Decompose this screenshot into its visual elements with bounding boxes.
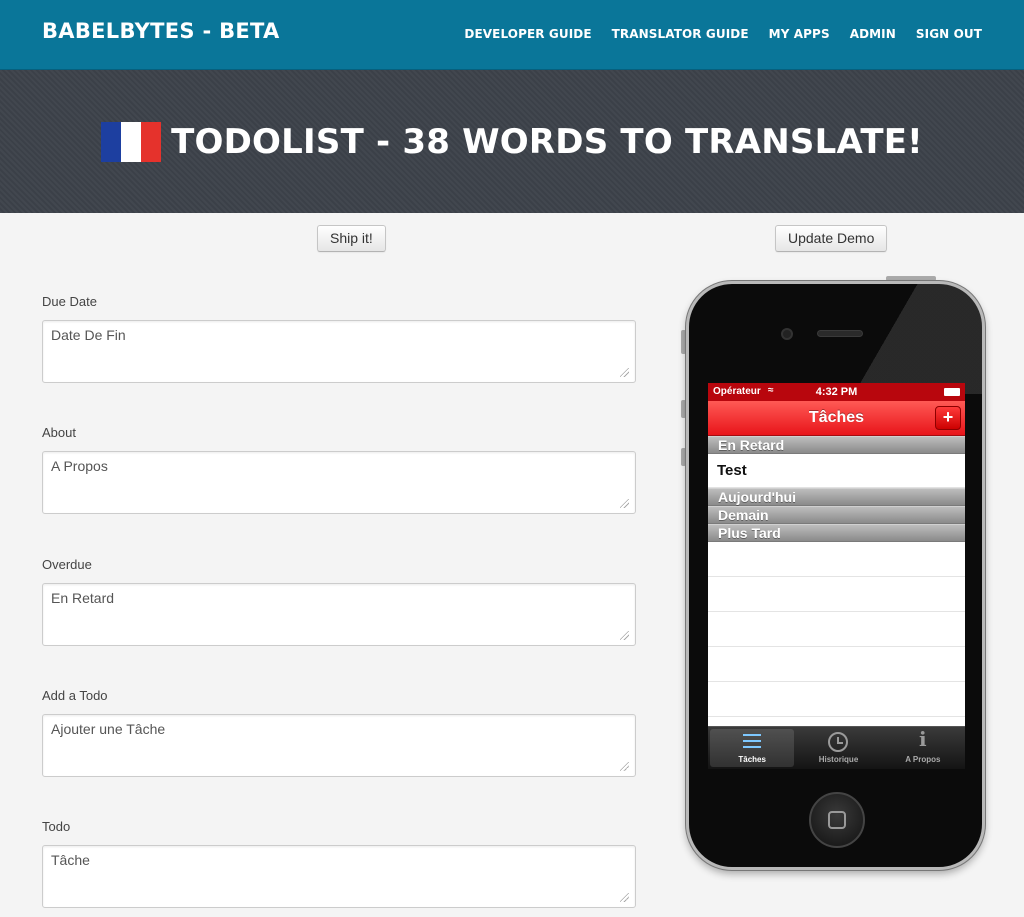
nav-my-apps[interactable]: MY APPS bbox=[769, 27, 830, 41]
tab-label: Tâches bbox=[738, 755, 766, 764]
phone-screen: Opérateur ≈ 4:32 PM Tâches + En Retard T… bbox=[708, 383, 965, 769]
section-tomorrow: Demain bbox=[708, 506, 965, 524]
update-demo-button[interactable]: Update Demo bbox=[775, 225, 888, 252]
section-today: Aujourd'hui bbox=[708, 488, 965, 506]
field-label-due-date: Due Date bbox=[42, 294, 97, 309]
list-icon bbox=[743, 734, 762, 750]
resize-grip-icon[interactable] bbox=[620, 893, 629, 902]
field-label-about: About bbox=[42, 425, 76, 440]
tab-taches[interactable]: Tâches bbox=[710, 729, 795, 767]
resize-grip-icon[interactable] bbox=[620, 368, 629, 377]
phone-tab-bar: Tâches Historique i A Propos bbox=[708, 726, 965, 769]
nav-admin[interactable]: ADMIN bbox=[850, 27, 896, 41]
field-label-add-todo: Add a Todo bbox=[42, 688, 108, 703]
nav-translator-guide[interactable]: TRANSLATOR GUIDE bbox=[612, 27, 749, 41]
tab-label: A Propos bbox=[905, 755, 941, 764]
section-overdue: En Retard bbox=[708, 436, 965, 454]
clock-icon bbox=[828, 732, 849, 752]
home-button bbox=[809, 792, 865, 848]
page-title: TODOLIST - 38 WORDS TO TRANSLATE! bbox=[171, 122, 923, 162]
tab-label: Historique bbox=[818, 755, 859, 764]
todo-textarea[interactable]: Tâche bbox=[42, 845, 636, 908]
empty-row bbox=[708, 577, 965, 612]
ship-it-button[interactable]: Ship it! bbox=[317, 225, 386, 252]
nav-developer-guide[interactable]: DEVELOPER GUIDE bbox=[464, 27, 591, 41]
empty-row bbox=[708, 647, 965, 682]
top-navbar: BABELBYTES - BETA DEVELOPER GUIDE TRANSL… bbox=[0, 0, 1024, 70]
phone-demo: Opérateur ≈ 4:32 PM Tâches + En Retard T… bbox=[686, 281, 985, 870]
phone-status-bar: Opérateur ≈ 4:32 PM bbox=[708, 383, 965, 401]
empty-row bbox=[708, 612, 965, 647]
battery-icon bbox=[944, 388, 960, 396]
empty-row bbox=[708, 542, 965, 577]
france-flag-icon bbox=[101, 122, 162, 162]
field-label-overdue: Overdue bbox=[42, 557, 92, 572]
hero-banner: TODOLIST - 38 WORDS TO TRANSLATE! bbox=[0, 70, 1024, 213]
brand-logo[interactable]: BABELBYTES - BETA bbox=[42, 19, 280, 43]
add-task-button[interactable]: + bbox=[935, 406, 961, 430]
resize-grip-icon[interactable] bbox=[620, 631, 629, 640]
phone-title: Tâches bbox=[808, 409, 865, 426]
speaker-grille bbox=[817, 330, 863, 337]
resize-grip-icon[interactable] bbox=[620, 499, 629, 508]
resize-grip-icon[interactable] bbox=[620, 762, 629, 771]
section-later: Plus Tard bbox=[708, 524, 965, 542]
field-label-todo: Todo bbox=[42, 819, 71, 834]
info-icon: i bbox=[919, 727, 927, 751]
home-square-icon bbox=[828, 811, 846, 829]
empty-row bbox=[708, 682, 965, 717]
about-textarea[interactable]: A Propos bbox=[42, 451, 636, 514]
phone-title-bar: Tâches + bbox=[708, 401, 965, 436]
add-todo-textarea[interactable]: Ajouter une Tâche bbox=[42, 714, 636, 777]
overdue-textarea[interactable]: En Retard bbox=[42, 583, 636, 646]
tab-a-propos[interactable]: i A Propos bbox=[881, 727, 965, 769]
task-row[interactable]: Test bbox=[708, 454, 965, 488]
main-nav: DEVELOPER GUIDE TRANSLATOR GUIDE MY APPS… bbox=[464, 27, 982, 41]
camera-icon bbox=[781, 328, 793, 340]
tab-historique[interactable]: Historique bbox=[796, 727, 880, 769]
nav-sign-out[interactable]: SIGN OUT bbox=[916, 27, 982, 41]
clock-label: 4:32 PM bbox=[815, 386, 858, 398]
due-date-textarea[interactable]: Date De Fin bbox=[42, 320, 636, 383]
